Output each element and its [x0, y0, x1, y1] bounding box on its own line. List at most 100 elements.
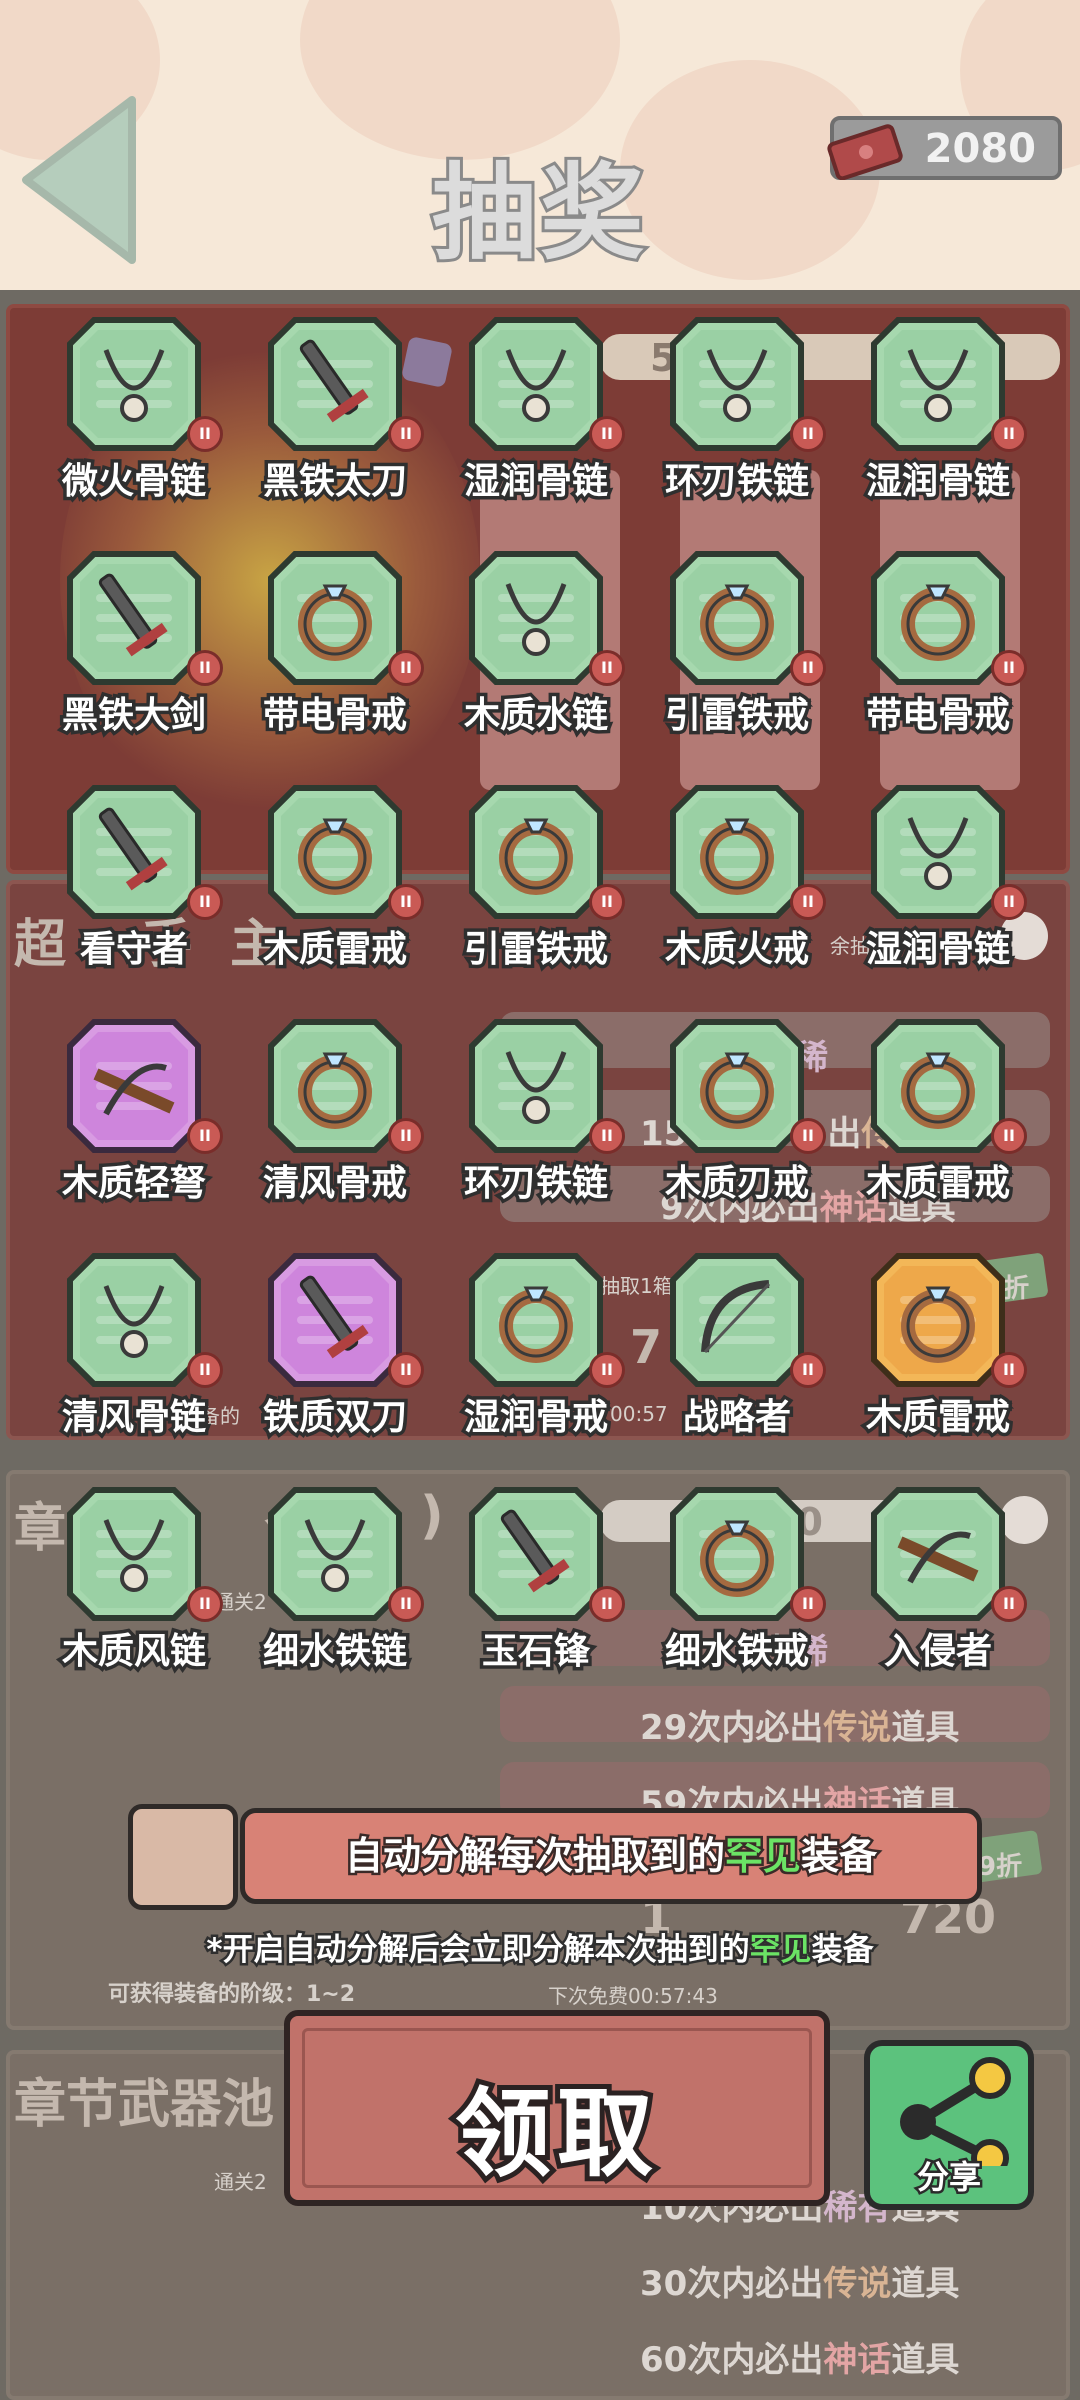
tier-badge: II [790, 1352, 826, 1388]
item-name: 清风骨戒 [259, 1160, 410, 1208]
currency-value: 2080 [924, 126, 1036, 172]
reward-item[interactable]: II 黑铁太刀 [245, 316, 425, 506]
auto-decompose-note: *开启自动分解后会立即分解本次抽到的罕见装备 [204, 1930, 876, 1971]
item-frame [670, 317, 804, 451]
tier-badge: II [991, 1586, 1027, 1622]
reward-item[interactable]: II 湿润骨链 [848, 316, 1028, 506]
tier-badge: II [388, 1118, 424, 1154]
reward-item[interactable]: II 带电骨戒 [848, 550, 1028, 740]
tier-badge: II [187, 1586, 223, 1622]
item-name: 木质轻弩 [58, 1160, 209, 1208]
tier-badge: II [187, 884, 223, 920]
reward-item[interactable]: II 入侵者 [848, 1486, 1028, 1676]
item-frame [67, 551, 201, 685]
tier-badge: II [991, 884, 1027, 920]
reward-item[interactable]: II 环刃铁链 [647, 316, 827, 506]
reward-item[interactable]: II 湿润骨链 [446, 316, 626, 506]
item-name: 木质风链 [58, 1628, 209, 1676]
item-frame [67, 1253, 201, 1387]
tier-badge: II [589, 1352, 625, 1388]
reward-item[interactable]: II 铁质双刀 [245, 1252, 425, 1442]
item-name: 清风骨链 [58, 1394, 209, 1442]
share-button-label: 分享 [914, 2156, 983, 2199]
item-name: 湿润骨链 [862, 926, 1013, 974]
reward-item[interactable]: II 清风骨戒 [245, 1018, 425, 1208]
item-frame [469, 1019, 603, 1153]
item-frame [469, 1487, 603, 1621]
reward-item[interactable]: II 木质火戒 [647, 784, 827, 974]
item-frame [871, 785, 1005, 919]
share-icon [900, 2057, 1011, 2166]
reward-item[interactable]: II 木质雷戒 [848, 1018, 1028, 1208]
guarantee-text: 30次内必出传说道具 [640, 2264, 960, 2304]
tier-text: 可获得装备的阶级：1~2 [108, 1982, 356, 2007]
tier-badge: II [187, 416, 223, 452]
reward-item[interactable]: II 环刃铁链 [446, 1018, 626, 1208]
item-name: 带电骨戒 [862, 692, 1013, 740]
free-timer: 下次免费00:57:43 [548, 1984, 718, 2008]
reward-item[interactable]: II 清风骨链 [44, 1252, 224, 1442]
tier-badge: II [589, 884, 625, 920]
item-name: 战略者 [679, 1394, 794, 1442]
item-name: 微火骨链 [58, 458, 209, 506]
item-frame [469, 785, 603, 919]
reward-item[interactable]: II 战略者 [647, 1252, 827, 1442]
reward-item[interactable]: II 引雷铁戒 [647, 550, 827, 740]
auto-decompose-checkbox[interactable] [128, 1804, 238, 1910]
guarantee-text: 60次内必出神话道具 [640, 2340, 960, 2380]
item-frame [871, 551, 1005, 685]
item-name: 环刃铁链 [661, 458, 812, 506]
reward-item[interactable]: II 带电骨戒 [245, 550, 425, 740]
item-name: 看守者 [76, 926, 191, 974]
reward-item[interactable]: II 木质雷戒 [245, 784, 425, 974]
item-name: 入侵者 [880, 1628, 995, 1676]
item-name: 细水铁链 [259, 1628, 410, 1676]
claim-button[interactable]: 领取 [284, 2010, 830, 2206]
reward-item[interactable]: II 看守者 [44, 784, 224, 974]
reward-item[interactable]: II 木质刃戒 [647, 1018, 827, 1208]
item-name: 木质雷戒 [259, 926, 410, 974]
reward-item[interactable]: II 细水铁戒 [647, 1486, 827, 1676]
item-frame [670, 1487, 804, 1621]
item-frame [268, 317, 402, 451]
item-frame [670, 785, 804, 919]
tier-badge: II [790, 884, 826, 920]
auto-decompose-label[interactable]: 自动分解每次抽取到的罕见装备 [240, 1808, 982, 1904]
item-name: 铁质双刀 [259, 1394, 410, 1442]
reward-item[interactable]: II 湿润骨戒 [446, 1252, 626, 1442]
item-frame [670, 1019, 804, 1153]
item-frame [67, 1487, 201, 1621]
item-name: 细水铁戒 [661, 1628, 812, 1676]
share-button[interactable]: 分享 [864, 2040, 1034, 2210]
reward-item[interactable]: II 木质水链 [446, 550, 626, 740]
item-name: 湿润骨链 [862, 458, 1013, 506]
reward-item[interactable]: II 引雷铁戒 [446, 784, 626, 974]
item-name: 湿润骨戒 [460, 1394, 611, 1442]
tier-badge: II [187, 1352, 223, 1388]
item-frame [67, 785, 201, 919]
tier-badge: II [790, 650, 826, 686]
item-frame [871, 317, 1005, 451]
item-frame [268, 1487, 402, 1621]
item-frame [871, 1487, 1005, 1621]
item-name: 黑铁太刀 [259, 458, 410, 506]
tier-badge: II [589, 1586, 625, 1622]
reward-item[interactable]: II 微火骨链 [44, 316, 224, 506]
item-frame [268, 785, 402, 919]
guarantee-text: 29次内必出传说道具 [640, 1708, 960, 1748]
reward-item[interactable]: II 木质风链 [44, 1486, 224, 1676]
reward-item[interactable]: II 玉石锋 [446, 1486, 626, 1676]
item-name: 引雷铁戒 [661, 692, 812, 740]
reward-item[interactable]: II 黑铁大剑 [44, 550, 224, 740]
tier-badge: II [589, 650, 625, 686]
reward-item[interactable]: II 木质轻弩 [44, 1018, 224, 1208]
tier-badge: II [991, 1118, 1027, 1154]
discount-text: 9折 [978, 1852, 1023, 1882]
item-frame [670, 551, 804, 685]
reward-item[interactable]: II 湿润骨链 [848, 784, 1028, 974]
reward-item[interactable]: II 木质雷戒 [848, 1252, 1028, 1442]
reward-item[interactable]: II 细水铁链 [245, 1486, 425, 1676]
tier-badge: II [991, 416, 1027, 452]
item-frame [67, 1019, 201, 1153]
item-name: 木质水链 [460, 692, 611, 740]
